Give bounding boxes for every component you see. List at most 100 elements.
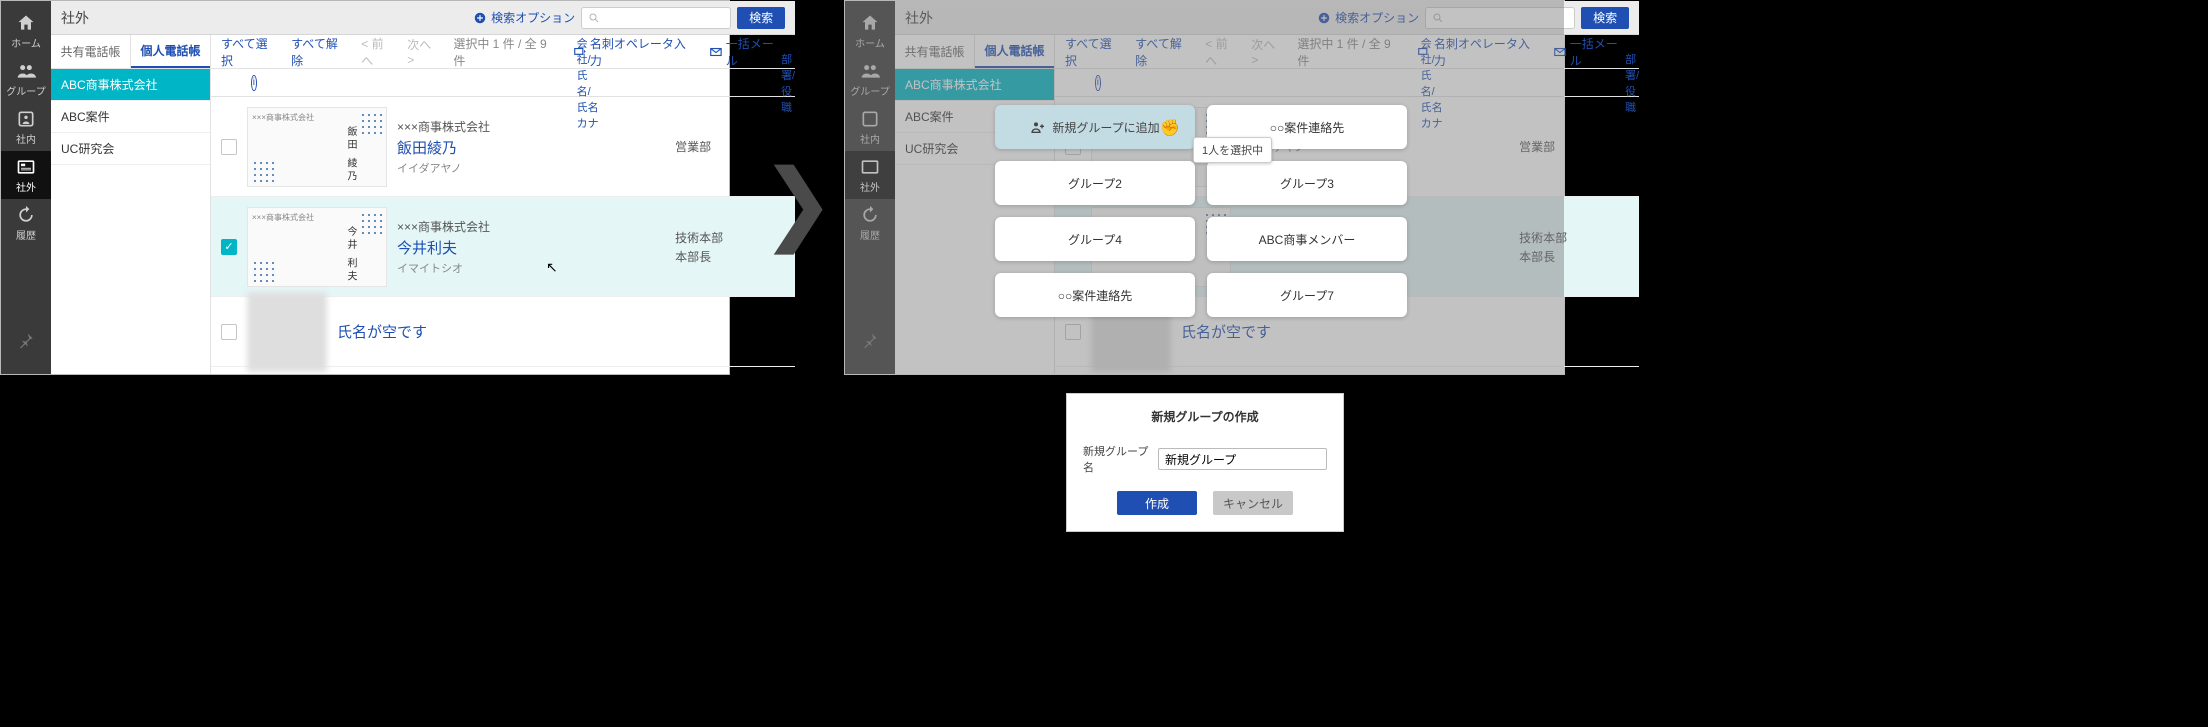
contact-company: ×××商事株式会社 — [397, 218, 665, 235]
cancel-button[interactable]: キャンセル — [1213, 491, 1293, 515]
contact-row[interactable]: ×××商事株式会社 飯田 綾乃 ×××商事株式会社 飯田綾乃 イイダアヤノ 営業… — [211, 97, 795, 197]
dialog-field-row: 新規グループ名 — [1083, 443, 1327, 475]
contact-company: ×××商事株式会社 — [397, 118, 665, 135]
list-panel: すべて選択 すべて解除 < 前へ 次へ > 選択中 1 件 / 全 9 件 名刺… — [211, 35, 795, 374]
cursor-icon: ↖ — [546, 259, 558, 276]
card-thumbnail-blurred[interactable] — [247, 292, 327, 372]
contact-kana: イイダアヤノ — [397, 160, 665, 176]
search-icon — [588, 12, 600, 24]
content: 共有電話帳 個人電話帳 ABC商事株式会社 ABC案件 UC研究会 すべて選択 … — [51, 35, 795, 374]
selection-count: 選択中 1 件 / 全 9 件 — [453, 35, 561, 69]
contact-name[interactable]: 今井利夫 — [397, 237, 665, 258]
plus-circle-icon — [473, 11, 487, 25]
nav-group[interactable]: グループ — [1, 55, 51, 103]
picker-option[interactable]: グループ2 — [995, 161, 1195, 205]
bulk-mail-label: 一括メール — [1570, 35, 1629, 69]
app-window-after: ホーム グループ 社内 社外 履歴 社外 検索オプション 検索 共有電話帳 個人… — [844, 0, 1565, 375]
row-checkbox[interactable] — [221, 324, 237, 340]
row-checkbox[interactable]: ✓ — [221, 239, 237, 255]
tab-shared[interactable]: 共有電話帳 — [51, 35, 131, 68]
topbar: 社外 検索オプション 検索 — [51, 1, 795, 35]
nav-group-label: グループ — [6, 83, 45, 98]
nav-internal[interactable]: 社内 — [1, 103, 51, 151]
picker-option[interactable]: グループ3 — [1207, 161, 1407, 205]
picker-option[interactable]: ABC商事メンバー — [1207, 217, 1407, 261]
picker-new-group-label: 新規グループに追加 — [1052, 119, 1159, 136]
card-pattern-icon — [252, 260, 274, 282]
contact-info: 氏名が空です — [337, 321, 785, 342]
card-thumbnail[interactable]: ×××商事株式会社 飯田 綾乃 — [247, 107, 387, 187]
info-icon[interactable]: i — [251, 75, 257, 91]
dialog-buttons: 作成 キャンセル — [1083, 491, 1327, 515]
home-icon — [16, 13, 36, 33]
transition-arrow-icon: ❯ — [760, 150, 835, 255]
add-group-icon — [1030, 119, 1046, 135]
pin-icon — [16, 330, 36, 350]
nav-history[interactable]: 履歴 — [1, 199, 51, 247]
create-button[interactable]: 作成 — [1117, 491, 1197, 515]
group-item-abc-trading[interactable]: ABC商事株式会社 — [51, 69, 210, 101]
nav-internal-label: 社内 — [16, 131, 36, 146]
card-thumb-company: ×××商事株式会社 — [252, 113, 314, 122]
contact-name[interactable]: 飯田綾乃 — [397, 137, 665, 158]
mail-icon — [709, 45, 723, 59]
bulk-mail-link[interactable]: 一括メール — [1553, 35, 1629, 69]
card-thumb-company: ×××商事株式会社 — [252, 213, 314, 222]
internal-icon — [16, 109, 36, 129]
group-item-uc-research[interactable]: UC研究会 — [51, 133, 210, 165]
deselect-all-link[interactable]: すべて解除 — [291, 35, 349, 69]
contact-name[interactable]: 氏名が空です — [337, 321, 785, 342]
contact-info: ×××商事株式会社 飯田綾乃 イイダアヤノ — [397, 118, 665, 176]
list-header: i 会社/氏名/氏名カナ 部署/役職 — [211, 69, 795, 97]
app-window-before: ホーム グループ 社内 社外 履歴 社外 検索オプション — [0, 0, 730, 375]
search-input[interactable] — [581, 7, 731, 29]
new-group-dialog: 新規グループの作成 新規グループ名 作成 キャンセル — [1066, 393, 1344, 532]
search-button[interactable]: 検索 — [737, 7, 785, 29]
dialog-title: 新規グループの作成 — [1083, 408, 1327, 425]
book-tabs: 共有電話帳 個人電話帳 — [51, 35, 210, 69]
tab-personal[interactable]: 個人電話帳 — [131, 35, 210, 68]
nav-home[interactable]: ホーム — [1, 7, 51, 55]
card-pattern-icon — [360, 112, 382, 134]
group-item-abc-project[interactable]: ABC案件 — [51, 101, 210, 133]
card-pattern-icon — [252, 160, 274, 182]
prev-page[interactable]: < 前へ — [361, 35, 395, 69]
breadcrumb: 社外 — [61, 8, 89, 28]
picker-option[interactable]: ○○案件連絡先 — [995, 273, 1195, 317]
grab-cursor-icon: ✊ — [1160, 118, 1180, 138]
card-thumb-name: 今井 利夫 — [343, 226, 358, 284]
nav-home-label: ホーム — [11, 35, 41, 50]
search-options-link[interactable]: 検索オプション — [473, 9, 575, 26]
external-icon — [16, 157, 36, 177]
group-name-label: 新規グループ名 — [1083, 443, 1150, 475]
drag-selection-badge: 1人を選択中 — [1193, 137, 1272, 163]
bulk-mail-label: 一括メール — [726, 35, 785, 69]
list-toolbar: すべて選択 すべて解除 < 前へ 次へ > 選択中 1 件 / 全 9 件 名刺… — [211, 35, 795, 69]
group-name-input[interactable] — [1158, 448, 1327, 470]
card-pattern-icon — [360, 212, 382, 234]
card-thumbnail[interactable]: ×××商事株式会社 今井 利夫 — [247, 207, 387, 287]
contact-row[interactable]: 氏名が空です — [211, 297, 795, 367]
next-page[interactable]: 次へ > — [407, 36, 441, 67]
operator-input-label: 名刺オペレータ入力 — [590, 35, 697, 69]
row-checkbox[interactable] — [221, 139, 237, 155]
nav-pin[interactable] — [1, 316, 51, 364]
search-button[interactable]: 検索 — [1581, 7, 1629, 29]
main-sidebar: ホーム グループ 社内 社外 履歴 — [1, 1, 51, 374]
card-thumb-name: 飯田 綾乃 — [343, 126, 358, 184]
rows: ×××商事株式会社 飯田 綾乃 ×××商事株式会社 飯田綾乃 イイダアヤノ 営業… — [211, 97, 795, 374]
search-options-label: 検索オプション — [491, 9, 575, 26]
contact-kana: イマイトシオ — [397, 260, 665, 276]
group-icon — [16, 61, 36, 81]
select-all-link[interactable]: すべて選択 — [221, 35, 279, 69]
contact-info: ×××商事株式会社 今井利夫 イマイトシオ — [397, 218, 665, 276]
contact-row[interactable]: ✓ ×××商事株式会社 今井 利夫 ×××商事株式会社 今井利夫 イマイトシオ — [211, 197, 795, 297]
history-icon — [16, 205, 36, 225]
book-panel: 共有電話帳 個人電話帳 ABC商事株式会社 ABC案件 UC研究会 — [51, 35, 211, 374]
nav-history-label: 履歴 — [16, 227, 36, 242]
nav-external[interactable]: 社外 — [1, 151, 51, 199]
picker-option[interactable]: グループ7 — [1207, 273, 1407, 317]
nav-external-label: 社外 — [16, 179, 36, 194]
picker-option[interactable]: グループ4 — [995, 217, 1195, 261]
bulk-mail-link[interactable]: 一括メール — [709, 35, 785, 69]
